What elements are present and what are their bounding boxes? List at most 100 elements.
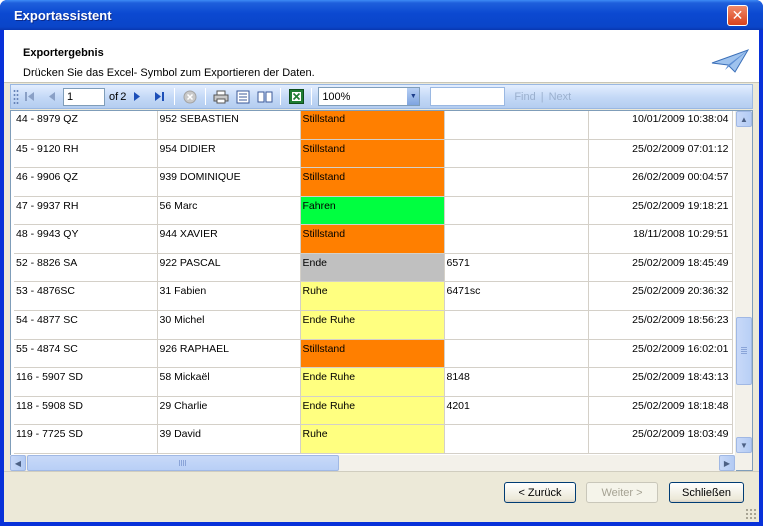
datetime-cell: 25/02/2009 18:18:48: [588, 396, 733, 426]
datetime-cell: 25/02/2009 18:03:49: [588, 424, 733, 455]
report-table: 44 - 8979 QZ 952 SEBASTIEN Stillstand 10/01…: [14, 111, 733, 455]
code-cell: [444, 224, 589, 254]
last-page-button[interactable]: [148, 86, 170, 107]
horizontal-scrollbar[interactable]: ◀ ▶: [10, 455, 736, 471]
driver-cell: 39 David: [157, 424, 301, 455]
first-page-icon: [25, 92, 34, 101]
vertical-scrollbar[interactable]: ▲ ▼: [735, 111, 752, 470]
stop-button[interactable]: [179, 86, 201, 107]
table-row[interactable]: 118 - 5908 SD 29 Charlie Ende Ruhe 4201 25/0…: [14, 396, 733, 426]
title-bar[interactable]: Exportassistent ✕: [0, 0, 763, 30]
driver-cell: 56 Marc: [157, 196, 301, 226]
close-window-button[interactable]: ✕: [727, 5, 748, 26]
excel-icon: [288, 89, 304, 104]
table-row[interactable]: 53 - 4876SC 31 Fabien Ruhe 6471sc 25/02/2009…: [14, 281, 733, 312]
code-cell: [444, 167, 589, 197]
toolbar-separator: [311, 88, 313, 105]
table-row[interactable]: 55 - 4874 SC 926 RAPHAEL Stillstand 25/02/2…: [14, 339, 733, 369]
datetime-cell: 25/02/2009 19:18:21: [588, 196, 733, 226]
window-title: Exportassistent: [14, 8, 112, 23]
report-toolbar: of 2: [10, 84, 753, 109]
horizontal-scroll-thumb[interactable]: [27, 455, 339, 471]
table-row[interactable]: 44 - 8979 QZ 952 SEBASTIEN Stillstand 10/01…: [14, 111, 733, 140]
back-button[interactable]: < Zurück: [504, 482, 576, 503]
datetime-cell: 18/11/2008 10:29:51: [588, 224, 733, 254]
status-cell: Ende Ruhe: [300, 367, 445, 397]
table-row[interactable]: 54 - 4877 SC 30 Michel Ende Ruhe 25/02/2009…: [14, 310, 733, 340]
close-button[interactable]: Schließen: [669, 482, 744, 503]
export-excel-button[interactable]: [285, 86, 307, 107]
page-number-input[interactable]: [63, 87, 105, 106]
vehicle-cell: 54 - 4877 SC: [14, 310, 158, 340]
vehicle-cell: 55 - 4874 SC: [14, 339, 158, 369]
last-page-icon: [155, 92, 165, 101]
dropdown-arrow-icon[interactable]: ▼: [407, 88, 420, 105]
driver-cell: 922 PASCAL: [157, 253, 301, 283]
zoom-select[interactable]: 100% ▼: [318, 87, 421, 106]
scroll-grip: [741, 347, 747, 355]
print-button[interactable]: [210, 86, 232, 107]
chevron-down-icon: ▼: [740, 440, 748, 450]
paper-plane-icon: [711, 49, 749, 73]
printer-icon: [213, 90, 229, 103]
page-setup-button[interactable]: [254, 86, 276, 107]
next-button[interactable]: Weiter >: [586, 482, 658, 503]
first-page-button[interactable]: [19, 86, 41, 107]
datetime-cell: 10/01/2009 10:38:04: [588, 111, 733, 140]
status-cell: Ende Ruhe: [300, 396, 445, 426]
stop-icon: [183, 90, 197, 103]
toolbar-separator: [174, 88, 176, 105]
driver-cell: 926 RAPHAEL: [157, 339, 301, 369]
datetime-cell: 25/02/2009 07:01:12: [588, 139, 733, 169]
export-wizard-window: Exportassistent ✕ Exportergebnis Drücken…: [0, 0, 763, 526]
table-row[interactable]: 48 - 9943 QY 944 XAVIER Stillstand 18/11/20…: [14, 224, 733, 254]
driver-cell: 30 Michel: [157, 310, 301, 340]
status-cell: Stillstand: [300, 224, 445, 254]
scroll-left-button[interactable]: ◀: [10, 455, 26, 471]
scroll-up-button[interactable]: ▲: [736, 111, 752, 127]
table-row[interactable]: 47 - 9937 RH 56 Marc Fahren 25/02/2009 19:1…: [14, 196, 733, 226]
code-cell: 8148: [444, 367, 589, 397]
table-row[interactable]: 52 - 8826 SA 922 PASCAL Ende 6571 25/02/2009…: [14, 253, 733, 283]
driver-cell: 954 DIDIER: [157, 139, 301, 169]
find-separator: |: [540, 90, 544, 103]
table-row[interactable]: 116 - 5907 SD 58 Mickaël Ende Ruhe 8148 25/0…: [14, 367, 733, 397]
toolbar-separator: [205, 88, 207, 105]
dialog-client-area: Exportergebnis Drücken Sie das Excel- Sy…: [4, 30, 759, 522]
find-link[interactable]: Find: [514, 91, 535, 103]
vehicle-cell: 53 - 4876SC: [14, 281, 158, 312]
previous-page-button[interactable]: [41, 86, 63, 107]
datetime-cell: 25/02/2009 18:43:13: [588, 367, 733, 397]
table-row[interactable]: 46 - 9906 QZ 939 DOMINIQUE Stillstand 26/02…: [14, 167, 733, 197]
status-cell: Ruhe: [300, 281, 445, 312]
next-page-button[interactable]: [126, 86, 148, 107]
status-cell: Stillstand: [300, 167, 445, 197]
chevron-left-icon: ◀: [14, 458, 22, 468]
driver-cell: 944 XAVIER: [157, 224, 301, 254]
page-layout-button[interactable]: [232, 86, 254, 107]
resize-grip[interactable]: [745, 508, 757, 520]
previous-page-icon: [49, 92, 55, 101]
code-cell: [444, 339, 589, 369]
datetime-cell: 25/02/2009 20:36:32: [588, 281, 733, 312]
vehicle-cell: 52 - 8826 SA: [14, 253, 158, 283]
zoom-value: 100%: [322, 90, 351, 103]
scroll-right-button[interactable]: ▶: [719, 455, 735, 471]
table-row[interactable]: 119 - 7725 SD 39 David Ruhe 25/02/2009 18:0…: [14, 424, 733, 455]
vehicle-cell: 46 - 9906 QZ: [14, 167, 158, 197]
header-subtitle: Drücken Sie das Excel- Symbol zum Export…: [23, 67, 315, 79]
status-cell: Stillstand: [300, 139, 445, 169]
vehicle-cell: 48 - 9943 QY: [14, 224, 158, 254]
code-cell: [444, 196, 589, 226]
scroll-down-button[interactable]: ▼: [736, 437, 752, 453]
driver-cell: 29 Charlie: [157, 396, 301, 426]
status-cell: Stillstand: [300, 339, 445, 369]
vertical-scroll-thumb[interactable]: [736, 317, 752, 385]
find-input[interactable]: [430, 87, 506, 106]
driver-cell: 31 Fabien: [157, 281, 301, 312]
next-page-icon: [134, 92, 141, 101]
find-next-link[interactable]: Next: [549, 91, 572, 103]
page-of-label: of: [109, 90, 119, 103]
table-row[interactable]: 45 - 9120 RH 954 DIDIER Stillstand 25/02/20…: [14, 139, 733, 169]
status-cell: Ruhe: [300, 424, 445, 455]
